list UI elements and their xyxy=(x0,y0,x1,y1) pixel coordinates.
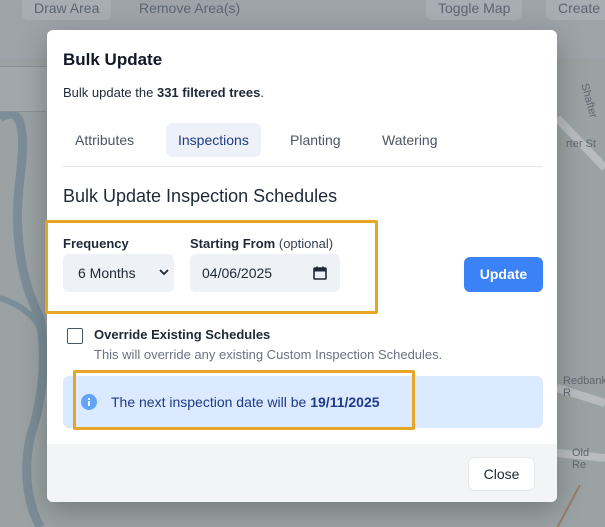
tab-bar: Attributes Inspections Planting Watering xyxy=(63,122,543,167)
modal-title: Bulk Update xyxy=(63,50,163,69)
filtered-trees-count: 331 filtered trees xyxy=(156,85,261,100)
background-toolbar: Draw Area Remove Area(s) Toggle Map Crea… xyxy=(0,0,605,20)
close-button[interactable]: Close xyxy=(468,457,535,491)
create-button[interactable]: Create xyxy=(546,0,605,20)
background-list-row xyxy=(0,66,48,112)
subtitle-prefix: Bulk update the xyxy=(63,85,157,100)
next-inspection-info: The next inspection date will be 19/11/2… xyxy=(63,376,543,428)
frequency-select[interactable]: 6 Months xyxy=(63,254,174,292)
optional-text: (optional) xyxy=(278,236,334,251)
frequency-value: 6 Months xyxy=(78,265,136,281)
info-prefix: The next inspection date will be xyxy=(111,394,311,410)
override-checkbox[interactable] xyxy=(67,328,83,344)
remove-areas-button[interactable]: Remove Area(s) xyxy=(127,0,252,20)
map-label-st: rter St xyxy=(566,138,596,150)
starting-from-text: Starting From xyxy=(190,236,276,251)
map-label-redbank: Redbank R xyxy=(563,375,605,399)
info-text: The next inspection date will be 19/11/2… xyxy=(111,394,380,410)
tab-attributes[interactable]: Attributes xyxy=(63,123,146,157)
info-icon xyxy=(81,394,97,410)
override-description: This will override any existing Custom I… xyxy=(94,347,443,362)
starting-from-label: Starting From (optional) xyxy=(190,236,333,251)
tab-inspections[interactable]: Inspections xyxy=(166,123,261,157)
frequency-label: Frequency xyxy=(63,236,129,251)
chevron-down-icon xyxy=(159,269,169,276)
override-label: Override Existing Schedules xyxy=(94,327,271,342)
tab-watering[interactable]: Watering xyxy=(370,123,450,157)
tab-planting[interactable]: Planting xyxy=(278,123,353,157)
next-inspection-date: 19/11/2025 xyxy=(310,394,380,410)
toggle-map-button[interactable]: Toggle Map xyxy=(426,0,523,20)
starting-date-input[interactable]: 04/06/2025 xyxy=(190,254,340,292)
map-label-old: Old Re xyxy=(572,447,590,471)
subtitle-suffix: . xyxy=(260,85,264,100)
bulk-update-modal: Bulk Update Bulk update the 331 filtered… xyxy=(47,30,557,502)
calendar-icon[interactable] xyxy=(313,266,327,280)
draw-area-button[interactable]: Draw Area xyxy=(22,0,112,20)
modal-subtitle: Bulk update the 331 filtered trees. xyxy=(63,85,264,100)
starting-date-value: 04/06/2025 xyxy=(202,265,273,281)
update-button[interactable]: Update xyxy=(464,257,543,292)
section-title: Bulk Update Inspection Schedules xyxy=(63,186,338,206)
modal-footer: Close xyxy=(47,444,557,502)
